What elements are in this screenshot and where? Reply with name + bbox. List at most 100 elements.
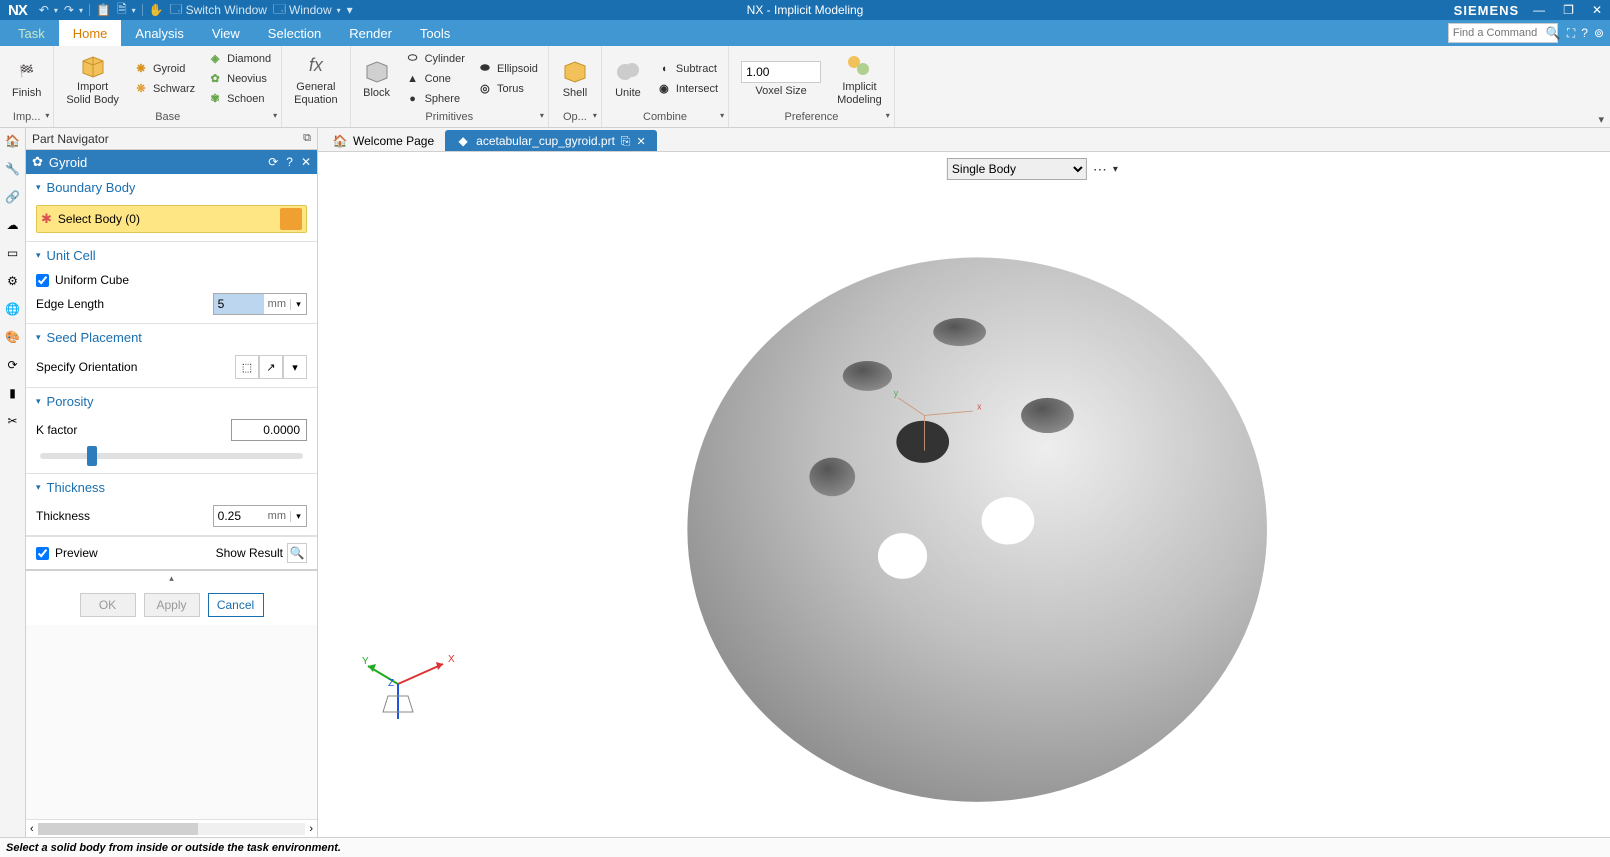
select-body-type-icon[interactable]	[280, 208, 302, 230]
help-dropdown-icon[interactable]: ⊚	[1594, 26, 1604, 40]
section-header-seed[interactable]: Seed Placement	[26, 324, 317, 351]
nav-tool-icon[interactable]: ✂	[4, 412, 22, 430]
preview-checkbox[interactable]	[36, 547, 49, 560]
orient-csys-button[interactable]: ⬚	[235, 355, 259, 379]
qat-save-button[interactable]: 🗎	[117, 0, 136, 21]
scroll-left-icon[interactable]: ‹	[30, 823, 34, 835]
qat-copy-button[interactable]: 📋	[96, 3, 111, 17]
group-label-preference[interactable]: Preference	[729, 111, 894, 127]
dialog-help-icon[interactable]: ?	[286, 155, 293, 169]
implicit-modeling-button[interactable]: Implicit Modeling	[831, 48, 888, 110]
section-header-unitcell[interactable]: Unit Cell	[26, 242, 317, 269]
dialog-reset-icon[interactable]: ⟳	[268, 155, 278, 169]
section-header-porosity[interactable]: Porosity	[26, 388, 317, 415]
diamond-button[interactable]: ◈Diamond	[203, 49, 275, 69]
qat-window-button[interactable]: 🗔 Window	[273, 0, 341, 21]
section-header-thickness[interactable]: Thickness	[26, 474, 317, 501]
menu-tab-home[interactable]: Home	[59, 20, 122, 46]
tab-welcome-page[interactable]: 🏠 Welcome Page	[322, 130, 445, 151]
slider-thumb[interactable]	[87, 446, 97, 466]
edge-length-input[interactable]	[214, 294, 264, 314]
orient-dropdown-button[interactable]: ▾	[283, 355, 307, 379]
section-header-boundary[interactable]: Boundary Body	[26, 174, 317, 201]
svg-text:x: x	[977, 401, 982, 411]
neovius-button[interactable]: ✿Neovius	[203, 69, 275, 89]
panel-popout-icon[interactable]: ⧉	[303, 132, 311, 145]
cone-button[interactable]: ▲Cone	[401, 69, 469, 89]
dialog-collapse-handle[interactable]: ▴	[26, 571, 317, 585]
ribbon-overflow-button[interactable]: ▾	[1592, 111, 1610, 127]
select-body-row[interactable]: ✱ Select Body (0)	[36, 205, 307, 233]
nav-palette-icon[interactable]: ▮	[4, 384, 22, 402]
block-button[interactable]: Block	[357, 48, 397, 110]
nav-box-icon[interactable]: ▭	[4, 244, 22, 262]
tab-document[interactable]: ◆ acetabular_cup_gyroid.prt ⎘ ✕	[445, 130, 657, 151]
thickness-row: Thickness mm ▾	[36, 505, 307, 527]
nav-constraint-icon[interactable]: 🔗	[4, 188, 22, 206]
navigator-scrollbar[interactable]: ‹ ›	[26, 819, 317, 837]
shell-button[interactable]: Shell	[555, 48, 595, 110]
document-tabs: 🏠 Welcome Page ◆ acetabular_cup_gyroid.p…	[318, 128, 1610, 152]
k-factor-slider[interactable]	[40, 453, 303, 459]
group-label-primitives[interactable]: Primitives	[351, 111, 548, 127]
general-equation-button[interactable]: fx General Equation	[288, 48, 343, 110]
torus-button[interactable]: ◎Torus	[473, 79, 542, 99]
ellipsoid-button[interactable]: ⬬Ellipsoid	[473, 59, 542, 79]
schwarz-button[interactable]: ❊Schwarz	[129, 79, 199, 99]
nav-home-icon[interactable]: 🏠	[4, 132, 22, 150]
view-triad[interactable]: X Y Z	[358, 634, 458, 737]
schoen-button[interactable]: ✾Schoen	[203, 89, 275, 109]
tab-close-icon[interactable]: ✕	[637, 135, 646, 148]
nav-assembly-icon[interactable]: 🔧	[4, 160, 22, 178]
finish-button[interactable]: 🏁 Finish	[6, 48, 47, 110]
gyroid-button[interactable]: ❋Gyroid	[129, 59, 199, 79]
nav-history-icon[interactable]: ⟳	[4, 356, 22, 374]
menu-tab-render[interactable]: Render	[335, 20, 406, 46]
scroll-right-icon[interactable]: ›	[309, 823, 313, 835]
menu-tab-task[interactable]: Task	[4, 20, 59, 46]
subtract-button[interactable]: ◖Subtract	[652, 59, 722, 79]
qat-touch-icon[interactable]: ✋	[149, 3, 164, 17]
k-factor-value[interactable]: 0.0000	[231, 419, 307, 441]
show-result-button[interactable]: Show Result 🔍	[216, 543, 307, 563]
qat-dropdown-button[interactable]: ▾	[347, 3, 353, 17]
menu-tab-analysis[interactable]: Analysis	[121, 20, 197, 46]
minimize-button[interactable]: —	[1529, 3, 1549, 17]
qat-switch-window-button[interactable]: 🗔 Switch Window	[170, 0, 267, 21]
ok-button[interactable]: OK	[80, 593, 136, 617]
dialog-close-icon[interactable]: ✕	[301, 155, 311, 169]
menu-tab-view[interactable]: View	[198, 20, 254, 46]
menu-tab-selection[interactable]: Selection	[254, 20, 335, 46]
group-label-base[interactable]: Base	[54, 111, 281, 127]
group-label-combine[interactable]: Combine	[602, 111, 728, 127]
nav-cloud-icon[interactable]: ☁	[4, 216, 22, 234]
apply-button[interactable]: Apply	[144, 593, 200, 617]
close-window-button[interactable]: ✕	[1588, 3, 1606, 17]
nav-gear-icon[interactable]: ⚙	[4, 272, 22, 290]
thickness-dropdown[interactable]: ▾	[290, 511, 306, 522]
voxel-size-input[interactable]	[741, 61, 821, 83]
uniform-cube-checkbox[interactable]	[36, 274, 49, 287]
graphics-viewport[interactable]: x y X Y Z	[318, 152, 1610, 837]
orient-inferred-button[interactable]: ↗	[259, 355, 283, 379]
cylinder-button[interactable]: ⬭Cylinder	[401, 49, 469, 69]
qat-redo-button[interactable]: ↷	[64, 3, 83, 17]
thickness-input[interactable]	[214, 506, 264, 526]
nav-color-icon[interactable]: 🎨	[4, 328, 22, 346]
intersect-button[interactable]: ◉Intersect	[652, 79, 722, 99]
qat-undo-button[interactable]: ↶	[39, 3, 58, 17]
edge-length-dropdown[interactable]: ▾	[290, 299, 306, 310]
unite-button[interactable]: Unite	[608, 48, 648, 110]
group-label-imp[interactable]: Imp...	[0, 111, 53, 127]
sphere-button[interactable]: ●Sphere	[401, 89, 469, 109]
find-command-input[interactable]	[1448, 23, 1558, 43]
help-icon[interactable]: ?	[1581, 26, 1588, 40]
group-label-op[interactable]: Op...	[549, 111, 601, 127]
menu-tab-tools[interactable]: Tools	[406, 20, 464, 46]
fullscreen-icon[interactable]: ⛶	[1567, 26, 1575, 41]
maximize-button[interactable]: ❐	[1559, 3, 1578, 17]
tab-pin-icon[interactable]: ⎘	[621, 134, 631, 149]
nav-globe-icon[interactable]: 🌐	[4, 300, 22, 318]
cancel-button[interactable]: Cancel	[208, 593, 264, 617]
import-solid-body-button[interactable]: Import Solid Body	[60, 48, 125, 110]
